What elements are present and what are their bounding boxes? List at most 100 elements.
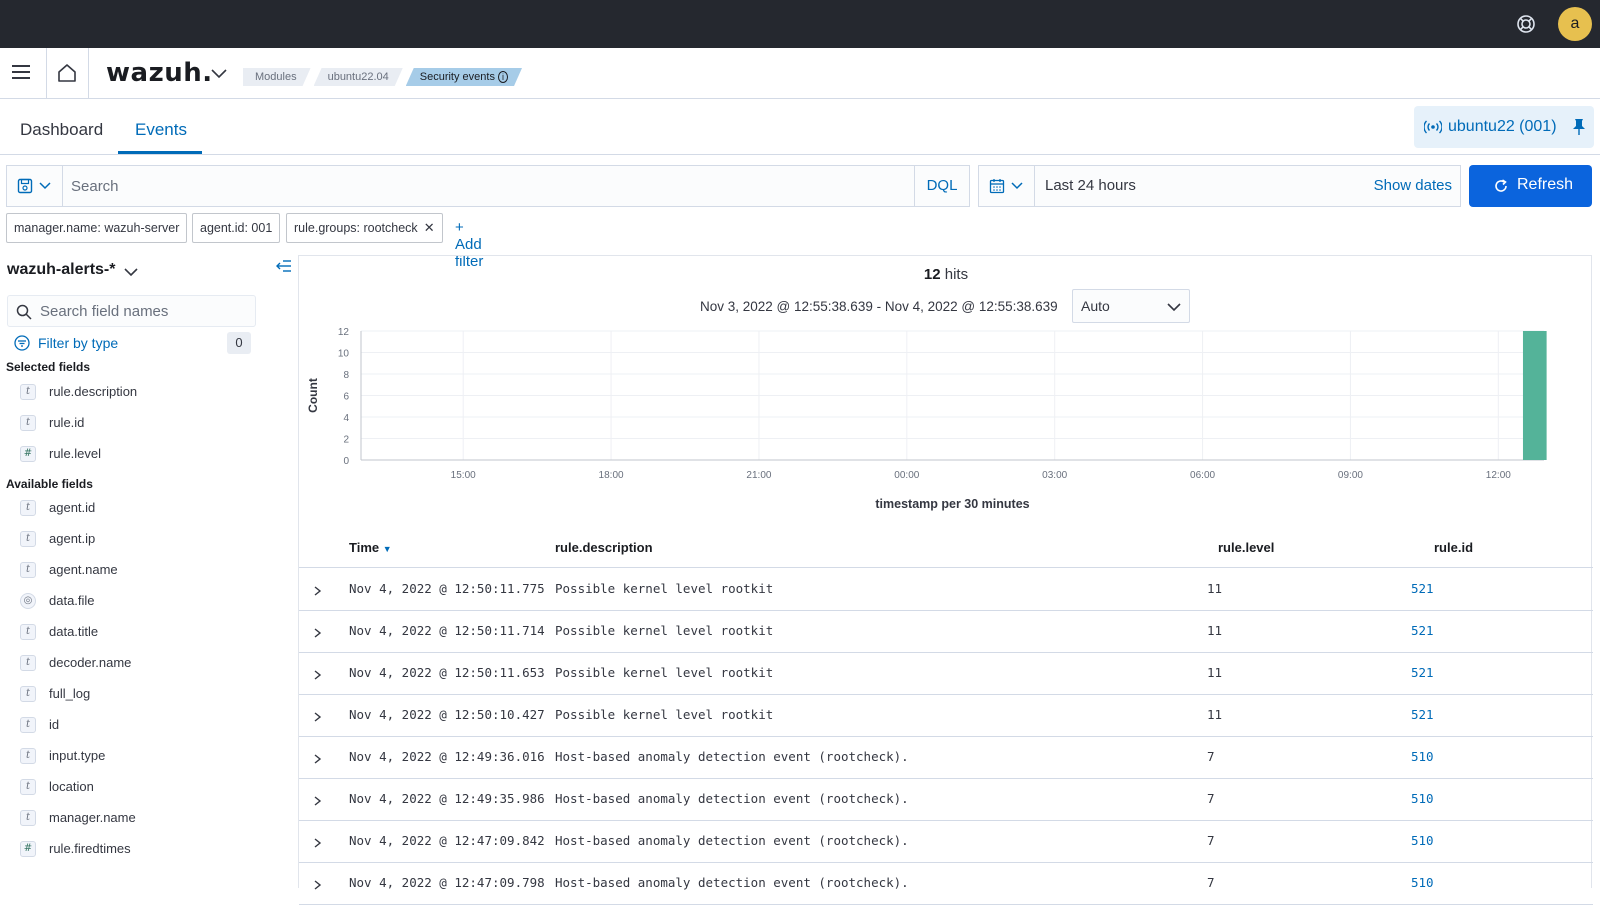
cell-rule-id[interactable]: 510: [1411, 791, 1434, 806]
module-tabs: Dashboard Events: [0, 100, 1600, 156]
cell-level: 7: [1207, 749, 1215, 764]
refresh-button[interactable]: Refresh: [1469, 165, 1592, 207]
time-range-label[interactable]: Last 24 hours: [1045, 177, 1136, 194]
user-avatar[interactable]: a: [1558, 7, 1592, 41]
chevron-down-icon[interactable]: [210, 66, 228, 80]
filter-by-type-button[interactable]: Filter by type 0: [14, 332, 254, 356]
divider: [88, 48, 89, 98]
column-header-time[interactable]: Time ▼: [349, 540, 392, 555]
cell-rule-id[interactable]: 521: [1411, 581, 1434, 596]
query-language-button[interactable]: DQL: [914, 165, 970, 207]
filter-count-badge: 0: [227, 332, 251, 354]
save-icon: [17, 178, 33, 194]
cell-level: 7: [1207, 791, 1215, 806]
field-name: rule.level: [49, 446, 102, 461]
table-row[interactable]: Nov 4, 2022 @ 12:50:11.714 Possible kerne…: [299, 611, 1593, 653]
field-name: decoder.name: [49, 655, 132, 670]
help-icon[interactable]: [1514, 12, 1538, 36]
y-axis-title: Count: [306, 378, 320, 413]
close-icon[interactable]: ✕: [424, 214, 435, 242]
filter-pill[interactable]: rule.groups: rootcheck ✕: [286, 213, 443, 243]
wazuh-logo[interactable]: wazuh.: [106, 58, 213, 88]
field-search-input[interactable]: Search field names: [7, 295, 256, 327]
query-bar: [6, 165, 922, 207]
cell-description: Possible kernel level rootkit: [555, 581, 774, 596]
filter-pill-label: rule.groups: rootcheck: [294, 221, 418, 235]
x-tick-label: 03:00: [1042, 470, 1067, 481]
pinned-agent-button[interactable]: ubuntu22 (001): [1414, 106, 1594, 148]
chevron-down-icon[interactable]: [124, 267, 138, 277]
cell-time: Nov 4, 2022 @ 12:50:11.653: [349, 665, 545, 680]
filter-pill[interactable]: agent.id: 001: [192, 213, 281, 243]
table-row[interactable]: Nov 4, 2022 @ 12:50:11.653 Possible kerne…: [299, 653, 1593, 695]
pin-icon[interactable]: [1572, 118, 1586, 136]
table-row[interactable]: Nov 4, 2022 @ 12:50:10.427 Possible kerne…: [299, 695, 1593, 737]
breadcrumb-security-events[interactable]: Security events i: [406, 68, 522, 86]
geo-type-icon: ◎: [20, 593, 36, 609]
breadcrumb-modules[interactable]: Modules: [243, 68, 311, 86]
column-header-description[interactable]: rule.description: [555, 540, 653, 555]
cell-rule-id[interactable]: 521: [1411, 707, 1434, 722]
hits-number: 12: [923, 266, 941, 283]
cell-rule-id[interactable]: 521: [1411, 623, 1434, 638]
histogram-bar[interactable]: [1522, 331, 1547, 460]
expand-row-icon[interactable]: [312, 837, 322, 849]
field-name: location: [49, 779, 94, 794]
cell-time: Nov 4, 2022 @ 12:49:35.986: [349, 791, 545, 806]
cell-description: Possible kernel level rootkit: [555, 665, 774, 680]
y-tick-label: 8: [343, 370, 349, 381]
expand-row-icon[interactable]: [312, 627, 322, 639]
cell-rule-id[interactable]: 510: [1411, 833, 1434, 848]
menu-icon[interactable]: [12, 64, 32, 80]
table-row[interactable]: Nov 4, 2022 @ 12:47:09.798 Host-based ano…: [299, 863, 1593, 905]
table-row[interactable]: Nov 4, 2022 @ 12:49:35.986 Host-based ano…: [299, 779, 1593, 821]
quick-date-button[interactable]: [979, 166, 1035, 206]
show-dates-link[interactable]: Show dates: [1374, 177, 1452, 194]
home-icon[interactable]: [56, 62, 78, 84]
string-type-icon: t: [20, 415, 36, 431]
filter-by-type-label: Filter by type: [38, 335, 119, 351]
string-type-icon: t: [20, 686, 36, 702]
y-tick-label: 0: [343, 456, 349, 467]
expand-row-icon[interactable]: [312, 753, 322, 765]
search-icon: [16, 304, 32, 320]
table-row[interactable]: Nov 4, 2022 @ 12:50:11.775 Possible kerne…: [299, 569, 1593, 611]
tab-events[interactable]: Events: [135, 120, 187, 140]
expand-row-icon[interactable]: [312, 711, 322, 723]
index-pattern-selector[interactable]: wazuh-alerts-*: [7, 261, 115, 279]
saved-query-button[interactable]: [7, 166, 63, 206]
sort-desc-icon[interactable]: ▼: [383, 544, 392, 554]
x-tick-label: 06:00: [1190, 470, 1215, 481]
cell-rule-id[interactable]: 521: [1411, 665, 1434, 680]
field-name: data.file: [49, 593, 95, 608]
expand-row-icon[interactable]: [312, 879, 322, 891]
cell-rule-id[interactable]: 510: [1411, 749, 1434, 764]
filter-icon: [14, 335, 30, 351]
selected-fields-title: Selected fields: [6, 360, 91, 374]
field-sidebar: wazuh-alerts-* Search field names Filter…: [0, 255, 298, 888]
collapse-sidebar-icon[interactable]: [276, 259, 292, 273]
search-input[interactable]: [71, 166, 901, 206]
column-header-level[interactable]: rule.level: [1218, 540, 1274, 555]
x-tick-label: 09:00: [1338, 470, 1363, 481]
field-name: rule.description: [49, 384, 138, 399]
string-type-icon: t: [20, 624, 36, 640]
tab-dashboard[interactable]: Dashboard: [20, 120, 103, 140]
field-name: rule.firedtimes: [49, 841, 131, 856]
table-header: Time ▼ rule.description rule.level rule.…: [299, 528, 1593, 568]
table-row[interactable]: Nov 4, 2022 @ 12:47:09.842 Host-based ano…: [299, 821, 1593, 863]
expand-row-icon[interactable]: [312, 795, 322, 807]
expand-row-icon[interactable]: [312, 585, 322, 597]
expand-row-icon[interactable]: [312, 669, 322, 681]
cell-time: Nov 4, 2022 @ 12:47:09.842: [349, 833, 545, 848]
string-type-icon: t: [20, 779, 36, 795]
table-row[interactable]: Nov 4, 2022 @ 12:49:36.016 Host-based ano…: [299, 737, 1593, 779]
x-tick-label: 21:00: [746, 470, 771, 481]
string-type-icon: t: [20, 810, 36, 826]
filter-pill[interactable]: manager.name: wazuh-server: [6, 213, 188, 243]
app-header: wazuh. Modules ubuntu22.04 Security even…: [0, 48, 1600, 99]
column-header-id[interactable]: rule.id: [1434, 540, 1473, 555]
chevron-down-icon: [1011, 182, 1023, 190]
breadcrumb-agent[interactable]: ubuntu22.04: [314, 68, 403, 86]
breadcrumb: Modules ubuntu22.04 Security events i: [243, 68, 525, 86]
